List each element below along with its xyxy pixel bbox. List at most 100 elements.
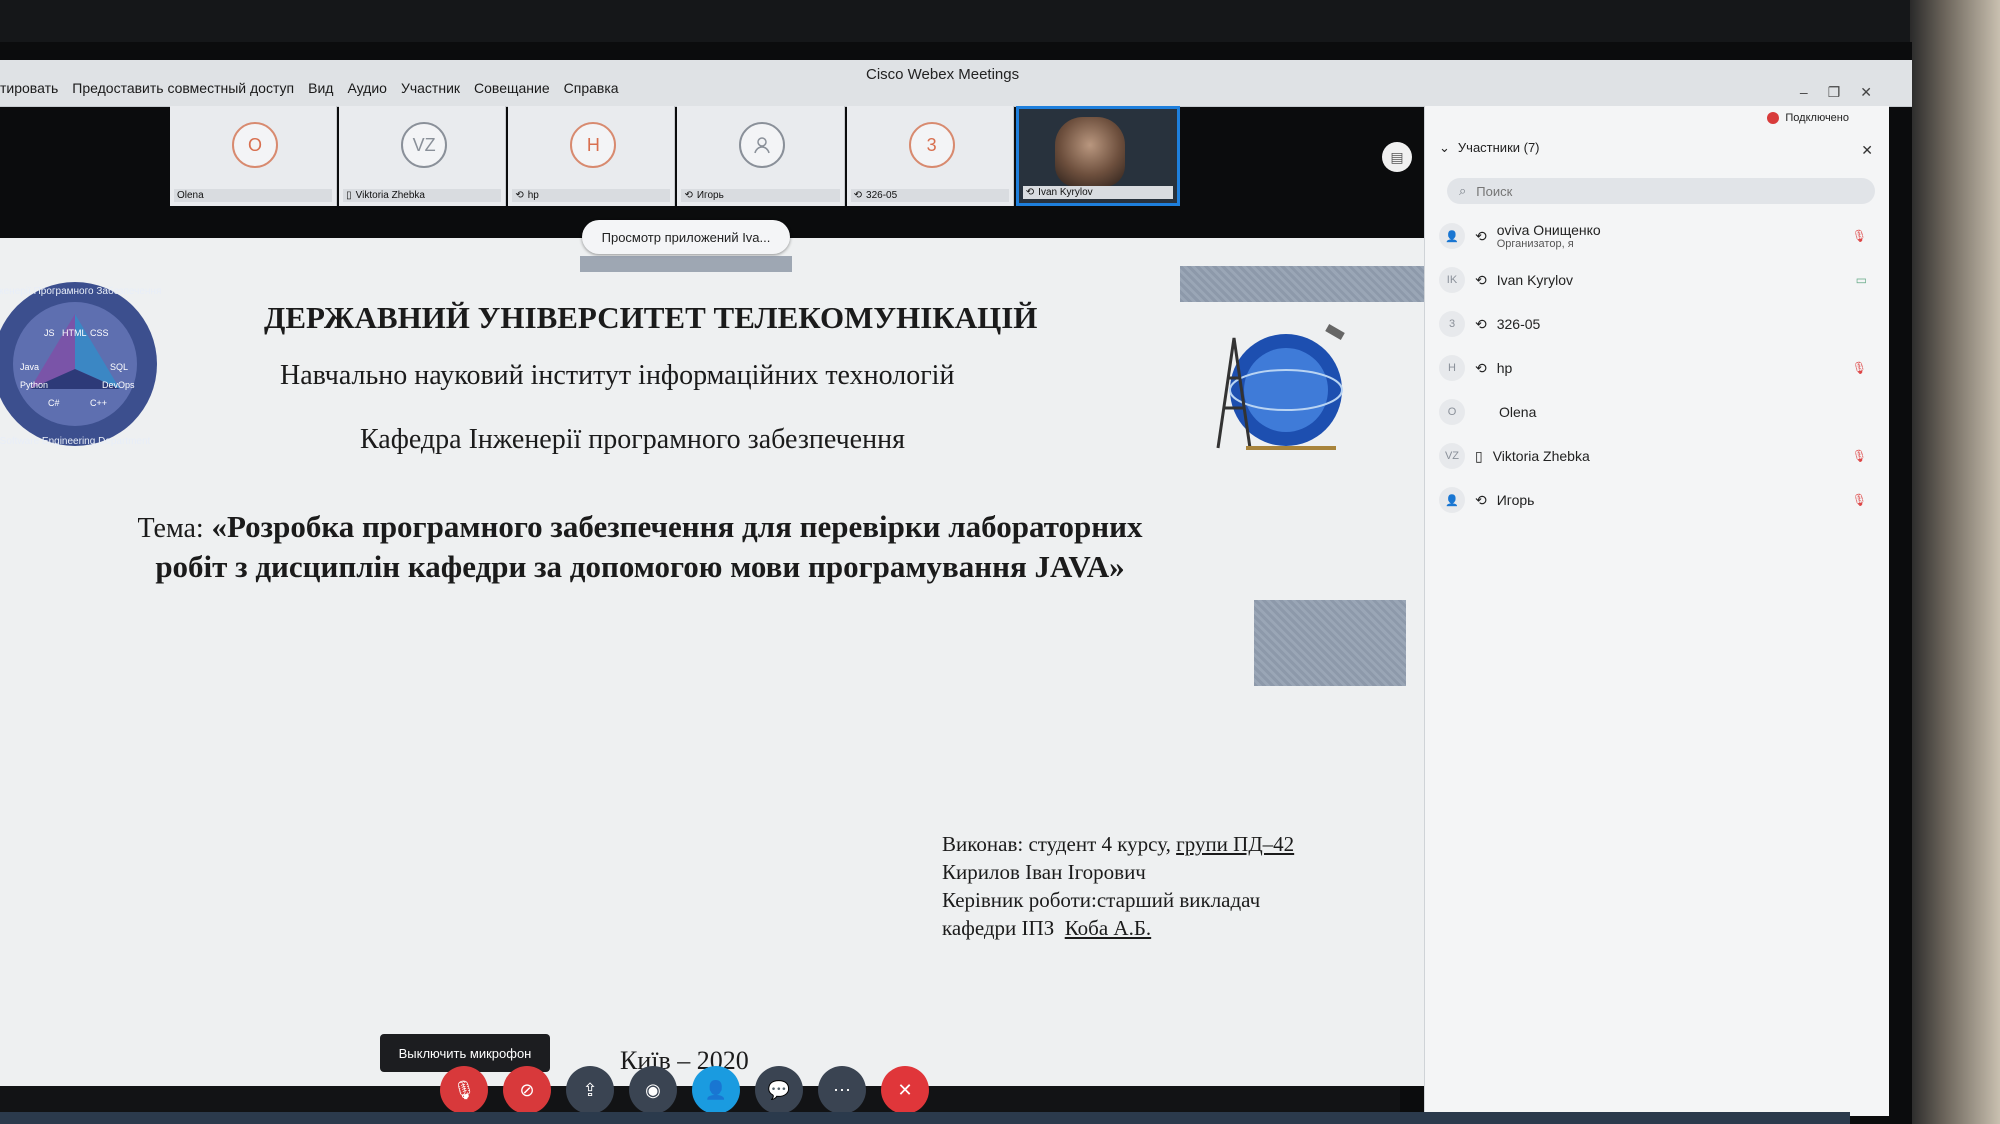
video-icon: ▭: [1855, 273, 1867, 287]
video-tile[interactable]: O Olena: [170, 106, 338, 206]
participant-name: Olena: [1499, 404, 1537, 420]
title-bar: тировать Предоставить совместный доступ …: [0, 60, 1912, 107]
close-panel-icon[interactable]: ✕: [1861, 142, 1873, 159]
participant-row[interactable]: 3 ⟲ 326-05: [1439, 304, 1879, 344]
video-tile[interactable]: VZ ▯ Viktoria Zhebka: [339, 106, 507, 206]
svg-text:SQL: SQL: [110, 362, 128, 372]
viewing-application-pill[interactable]: Просмотр приложений Iva...: [582, 220, 790, 254]
record-button[interactable]: ◉: [629, 1066, 677, 1114]
os-taskbar: [0, 1112, 1850, 1124]
participant-row[interactable]: 👤 ⟲ oviva Онищенко Организатор, я 🎙: [1439, 216, 1879, 256]
more-button[interactable]: ⋯: [818, 1066, 866, 1114]
svg-text:C++: C++: [90, 398, 107, 408]
more-icon: ⋯: [833, 1079, 851, 1100]
video-strip: O Olena VZ ▯ Viktoria Zhebka H ⟲ hp ⟲ Игорь…: [170, 106, 1181, 216]
search-icon: ⌕: [1459, 183, 1467, 198]
phone-icon: ▯: [1475, 447, 1483, 464]
participant-name: Игорь: [1496, 492, 1535, 508]
close-window-button[interactable]: ✕: [1860, 84, 1872, 101]
participant-row[interactable]: 👤 ⟲ Игорь 🎙: [1439, 480, 1879, 520]
mic-muted-icon: 🎙: [1851, 449, 1867, 463]
svg-text:Python: Python: [20, 380, 48, 390]
tile-name: ⟲ hp: [512, 189, 671, 202]
video-off-icon: ⊘: [519, 1079, 535, 1100]
headset-icon: ⟲: [684, 190, 693, 201]
participants-panel: Подключено ⌄ Участники (7) ✕ ⌕ 👤 ⟲ oviva…: [1424, 106, 1889, 1116]
stop-video-button[interactable]: ⊘: [503, 1066, 551, 1114]
avatar: VZ: [401, 122, 448, 168]
chat-button[interactable]: 💬: [755, 1066, 803, 1114]
person-icon: 👤: [1439, 223, 1465, 249]
panel-header[interactable]: ⌄ Участники (7): [1439, 140, 1540, 156]
participants-icon: 👤: [704, 1079, 728, 1100]
participant-row[interactable]: O Olena: [1439, 392, 1879, 432]
headset-icon: ⟲: [1475, 227, 1487, 244]
tile-name: ⟲ Ivan Kyrylov: [1022, 186, 1174, 199]
avatar: H: [570, 122, 617, 168]
participant-row[interactable]: H ⟲ hp 🎙: [1439, 348, 1879, 388]
headset-icon: ⟲: [1475, 359, 1487, 376]
search-input[interactable]: [1474, 182, 1839, 200]
tile-name-label: Ivan Kyrylov: [1038, 187, 1093, 198]
restore-button[interactable]: ❐: [1828, 84, 1841, 101]
participant-row[interactable]: IK ⟲ Ivan Kyrylov ▭: [1439, 260, 1879, 300]
participant-video: [1054, 117, 1125, 187]
menu-meeting[interactable]: Совещание: [474, 80, 550, 96]
headset-icon: ⟲: [1475, 491, 1487, 508]
menu-view[interactable]: Вид: [308, 80, 333, 96]
headset-icon: ⟲: [1475, 271, 1487, 288]
avatar: 3: [908, 122, 955, 168]
share-icon: ⇪: [582, 1079, 598, 1100]
search-field[interactable]: ⌕: [1447, 178, 1875, 204]
avatar: O: [1439, 399, 1465, 425]
participant-name: hp: [1496, 360, 1513, 376]
tile-name-label: Игорь: [696, 190, 724, 201]
menu-share[interactable]: Предоставить совместный доступ: [72, 80, 294, 96]
active-video-tile[interactable]: ⟲ Ivan Kyrylov: [1015, 106, 1181, 206]
share-button[interactable]: ⇪: [566, 1066, 614, 1114]
menu-participant[interactable]: Участник: [401, 80, 460, 96]
department-logo: Інженерії Програмного Забезпечення Softw…: [0, 274, 170, 454]
menu-audio[interactable]: Аудио: [347, 80, 387, 96]
svg-text:Java: Java: [20, 362, 39, 372]
participant-name: Viktoria Zhebka: [1492, 448, 1590, 464]
video-tile[interactable]: H ⟲ hp: [508, 106, 676, 206]
recording-indicator-icon: [1767, 112, 1780, 124]
video-tile[interactable]: ⟲ Игорь: [677, 106, 845, 206]
university-name: ДЕРЖАВНИЙ УНІВЕРСИТЕТ ТЕЛЕКОМУНІКАЦІЙ: [264, 300, 1038, 335]
supervisor-line: Керівник роботи:старший викладач: [942, 888, 1261, 912]
tile-name-label: Viktoria Zhebka: [355, 190, 425, 201]
video-tile[interactable]: 3 ⟲ 326-05: [846, 106, 1014, 206]
mic-off-icon: 🎙: [452, 1079, 476, 1100]
end-call-icon: ✕: [897, 1079, 913, 1100]
tile-name: ⟲ Игорь: [681, 189, 840, 202]
redaction-block: [1254, 600, 1406, 686]
person-icon: 👤: [1439, 487, 1465, 513]
menu-edit[interactable]: тировать: [0, 80, 58, 96]
minimize-button[interactable]: –: [1800, 84, 1808, 101]
tile-name: ⟲ 326-05: [850, 189, 1009, 202]
person-icon: [739, 122, 786, 168]
svg-text:HTML: HTML: [62, 328, 87, 338]
panel-title: Участники (7): [1457, 140, 1540, 155]
svg-text:DevOps: DevOps: [102, 380, 135, 390]
app-title: Cisco Webex Meetings: [866, 66, 1020, 83]
phone-icon: ▯: [346, 190, 352, 201]
headset-icon: ⟲: [1475, 315, 1487, 332]
department-name: Кафедра Інженерії програмного забезпечен…: [360, 424, 905, 455]
layout-icon[interactable]: ▤: [1382, 142, 1412, 172]
mute-button[interactable]: 🎙: [440, 1066, 488, 1114]
participant-row[interactable]: VZ ▯ Viktoria Zhebka 🎙: [1439, 436, 1879, 476]
participants-button[interactable]: 👤: [692, 1066, 740, 1114]
redaction-block: [580, 256, 792, 272]
avatar: VZ: [1439, 443, 1465, 469]
avatar: O: [232, 122, 278, 168]
svg-text:JS: JS: [44, 328, 55, 338]
headset-icon: ⟲: [515, 190, 524, 201]
svg-text:C#: C#: [48, 398, 60, 408]
topic-title: «Розробка програмного забезпечення для п…: [155, 509, 1143, 584]
menu-help[interactable]: Справка: [564, 80, 619, 96]
end-call-button[interactable]: ✕: [881, 1066, 929, 1114]
university-emblem: [1196, 298, 1366, 468]
headset-icon: ⟲: [853, 190, 863, 201]
